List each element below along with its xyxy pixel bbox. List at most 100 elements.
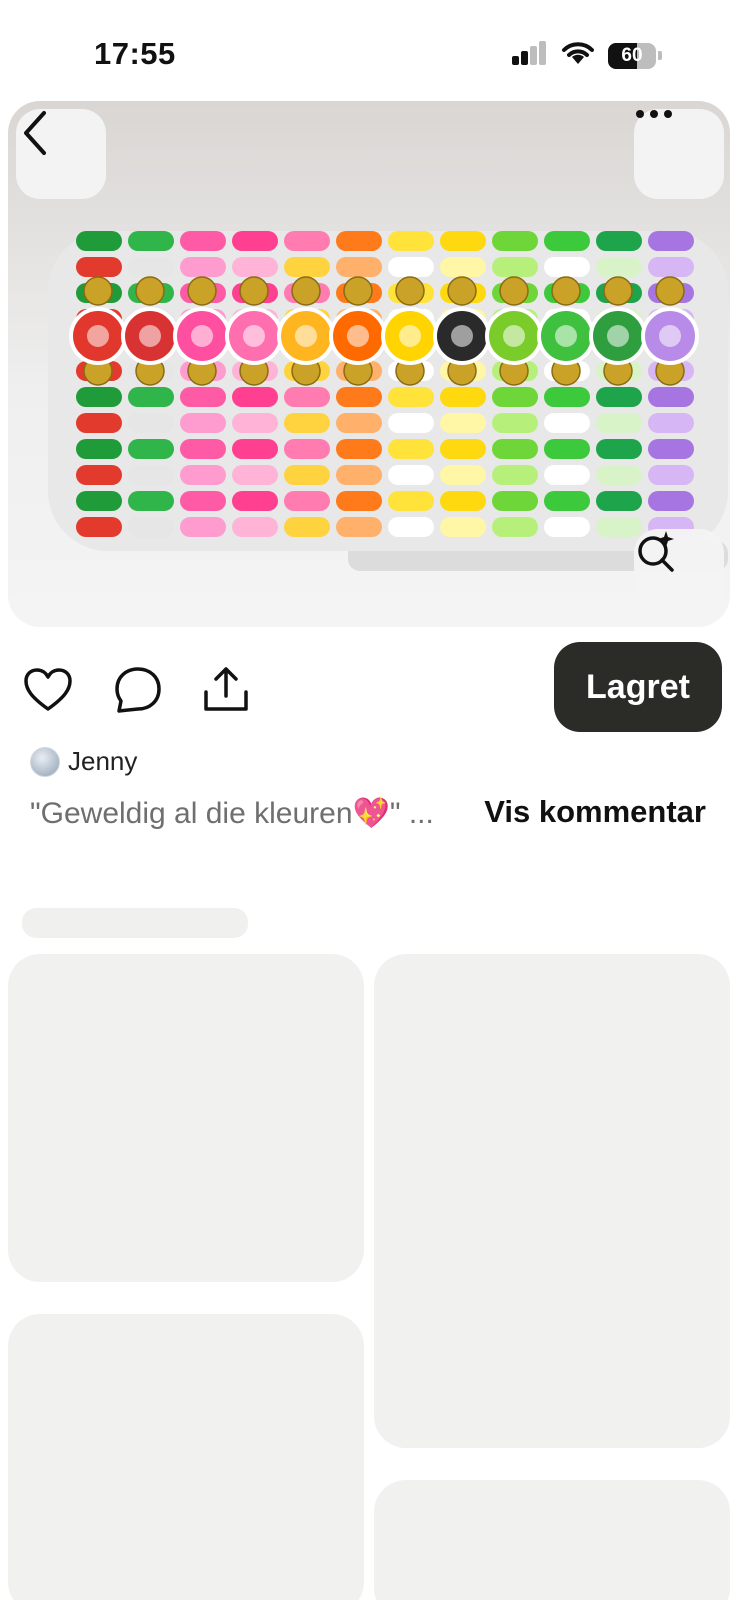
bead-stripe <box>492 491 538 511</box>
fruit-bead-center <box>555 325 577 347</box>
bead-stripe <box>596 439 642 459</box>
wifi-icon <box>560 40 596 71</box>
fruit-bead-center <box>399 325 421 347</box>
bead-stripe <box>544 257 590 277</box>
bead-stripe <box>440 517 486 537</box>
bead-stripe <box>440 465 486 485</box>
pin-skeleton <box>374 954 730 1448</box>
bead-stripe <box>596 387 642 407</box>
pin-image[interactable] <box>8 101 730 627</box>
bead-stripe <box>180 491 226 511</box>
gold-bead <box>655 276 685 306</box>
bead-stripe <box>492 413 538 433</box>
comment-icon[interactable] <box>112 664 164 716</box>
avatar <box>30 746 60 777</box>
bead-stripe <box>492 231 538 251</box>
pin-skeleton <box>8 1314 364 1600</box>
gold-bead <box>499 276 529 306</box>
gold-bead <box>83 276 113 306</box>
bead-stripe <box>336 231 382 251</box>
bead-stripe <box>596 257 642 277</box>
gold-bead <box>395 276 425 306</box>
gold-bead <box>291 276 321 306</box>
bead-stripe <box>388 439 434 459</box>
bead-stripe <box>492 517 538 537</box>
action-row: Lagret <box>0 640 738 736</box>
bead-stripe <box>128 387 174 407</box>
gold-bead <box>603 276 633 306</box>
bead-stripe <box>336 439 382 459</box>
comment-text: "Geweldig al die kleuren💖" ... <box>30 797 434 830</box>
bead-stripe <box>492 257 538 277</box>
bead-stripe <box>128 413 174 433</box>
bead-stripe <box>284 491 330 511</box>
share-icon[interactable] <box>200 664 252 716</box>
bead-stripe <box>232 257 278 277</box>
fruit-bead-center <box>451 325 473 347</box>
bead-stripe <box>128 491 174 511</box>
bead-stripe <box>180 517 226 537</box>
bead-stripe <box>76 517 122 537</box>
battery-icon: 60 <box>608 42 662 69</box>
saved-button[interactable]: Lagret <box>554 642 722 732</box>
gold-bead <box>343 276 373 306</box>
bead-stripe <box>648 231 694 251</box>
bead-stripe <box>336 491 382 511</box>
bead-stripe <box>648 257 694 277</box>
status-time: 17:55 <box>94 36 176 71</box>
bead-stripe <box>232 413 278 433</box>
see-comments-link[interactable]: Vis kommentar <box>484 794 706 830</box>
bead-stripe <box>284 439 330 459</box>
bead-stripe <box>388 491 434 511</box>
comment-author[interactable]: Jenny <box>30 746 137 777</box>
fruit-bead-center <box>191 325 213 347</box>
bead-stripe <box>440 491 486 511</box>
bead-stripe <box>388 231 434 251</box>
fruit-bead-center <box>607 325 629 347</box>
pin-skeleton <box>8 954 364 1282</box>
bead-stripe <box>128 517 174 537</box>
bead-stripe <box>180 439 226 459</box>
bead-stripe <box>648 413 694 433</box>
bead-stripe <box>544 491 590 511</box>
bead-stripe <box>284 231 330 251</box>
bead-stripe <box>76 231 122 251</box>
bead-stripe <box>440 439 486 459</box>
bead-stripe <box>76 465 122 485</box>
bead-stripe <box>336 387 382 407</box>
bead-stripe <box>232 231 278 251</box>
bead-stripe <box>232 465 278 485</box>
bead-stripe <box>336 465 382 485</box>
bead-stripe <box>596 465 642 485</box>
status-icons: 60 <box>510 40 662 71</box>
fruit-bead-center <box>347 325 369 347</box>
gold-bead <box>239 276 269 306</box>
bead-stripe <box>544 413 590 433</box>
fruit-bead-center <box>87 325 109 347</box>
more-options-button[interactable] <box>634 109 724 199</box>
bead-stripe <box>544 387 590 407</box>
bead-stripe <box>336 257 382 277</box>
bead-stripe <box>284 517 330 537</box>
bead-stripe <box>440 387 486 407</box>
bead-stripe <box>596 231 642 251</box>
bead-stripe <box>648 439 694 459</box>
back-button[interactable] <box>16 109 106 199</box>
bead-stripe <box>76 413 122 433</box>
bead-stripe <box>284 387 330 407</box>
bead-stripe <box>336 517 382 537</box>
bead-stripe <box>388 387 434 407</box>
visual-search-button[interactable] <box>634 529 724 619</box>
bead-stripe <box>128 439 174 459</box>
gold-bead <box>447 276 477 306</box>
fruit-bead-center <box>503 325 525 347</box>
bead-stripe <box>388 413 434 433</box>
bead-stripe <box>544 439 590 459</box>
section-title-skeleton <box>22 908 248 938</box>
bead-stripe <box>544 231 590 251</box>
heart-icon[interactable] <box>22 664 74 716</box>
bead-stripe <box>492 439 538 459</box>
bead-stripe <box>284 413 330 433</box>
bead-stripe <box>596 491 642 511</box>
status-bar: 17:55 60 <box>0 0 738 100</box>
